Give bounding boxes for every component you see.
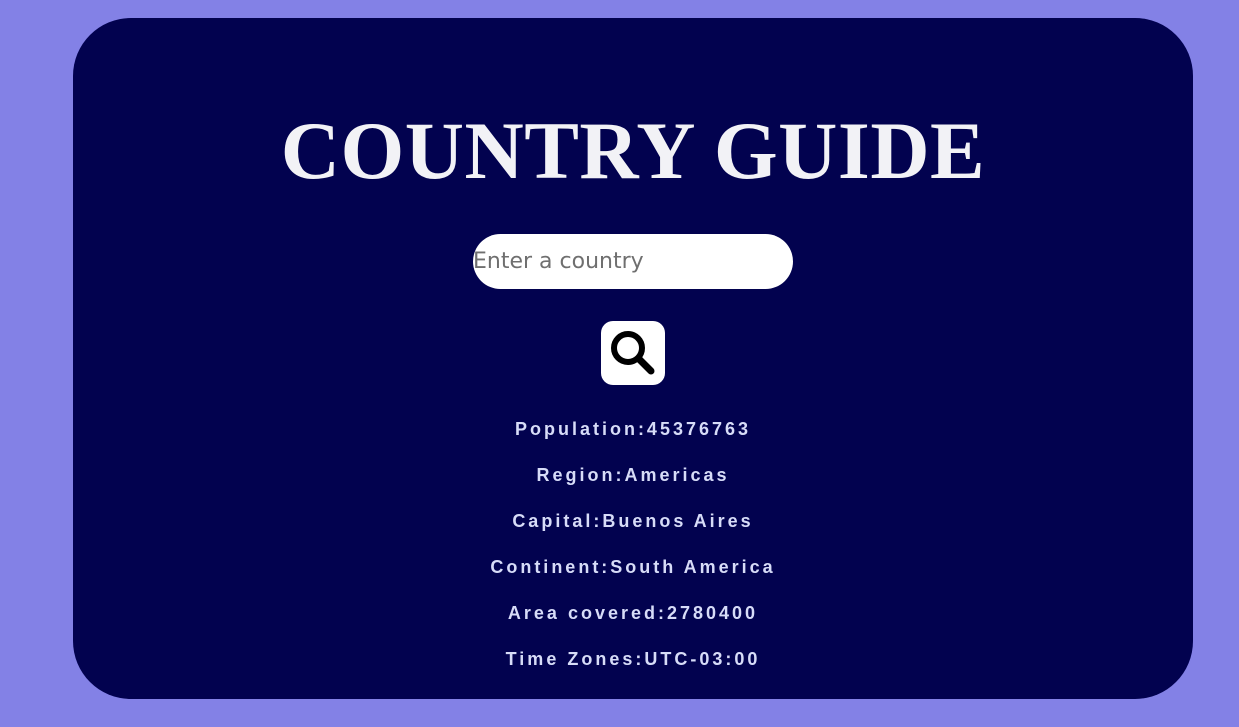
area-info: Area covered:2780400	[507, 603, 759, 623]
capital-info: Capital:Buenos Aires	[512, 511, 754, 531]
region-info: Region:Americas	[536, 465, 730, 485]
country-guide-card: COUNTRY GUIDE Population:45376763 Region…	[73, 18, 1193, 699]
search-icon	[611, 331, 655, 375]
country-search-input[interactable]	[473, 234, 793, 289]
timezones-info: Time Zones:UTC-03:00	[505, 649, 761, 669]
search-button[interactable]	[601, 321, 665, 385]
population-info: Population:45376763	[514, 419, 752, 439]
continent-info: Continent:South America	[490, 557, 776, 577]
page-title: COUNTRY GUIDE	[280, 105, 986, 196]
